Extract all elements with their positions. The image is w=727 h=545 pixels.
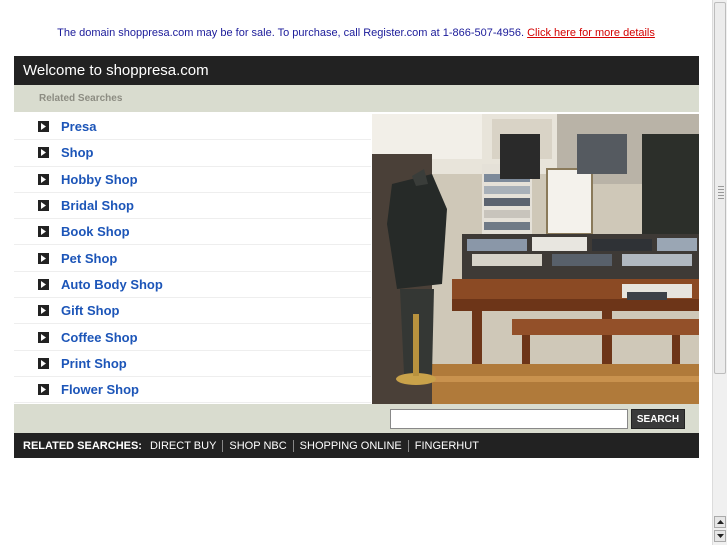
arrow-right-icon [38,226,49,238]
vertical-scrollbar[interactable] [712,0,727,545]
search-row: SEARCH [14,404,699,433]
footer-link-shopping-online[interactable]: SHOPPING ONLINE [292,439,408,452]
list-item[interactable]: Presa [14,114,371,141]
list-item-label: Auto Body Shop [61,276,163,292]
search-button[interactable]: SEARCH [631,409,685,429]
list-item[interactable]: Flower Shop [14,376,371,404]
list-item-label: Presa [61,119,97,135]
arrow-right-icon [38,384,49,396]
arrow-right-icon [38,147,49,159]
list-item[interactable]: Hobby Shop [14,166,371,193]
welcome-header: Welcome to shoppresa.com [14,56,699,85]
list-item[interactable]: Gift Shop [14,298,371,325]
grip-icon [718,186,724,200]
list-item-label: Hobby Shop [61,171,138,187]
scroll-up-button[interactable] [714,516,726,528]
related-link-list: Presa Shop Hobby Shop Bridal Shop Book S… [14,114,371,404]
store-interior-illustration [372,114,699,404]
list-item-label: Flower Shop [61,382,139,398]
details-link[interactable]: Click here for more details [527,27,655,39]
related-heading-label: Related Searches [39,93,123,104]
page-title: Welcome to shoppresa.com [23,62,209,79]
scroll-thumb[interactable] [714,2,726,374]
scroll-down-button[interactable] [714,530,726,542]
arrow-right-icon [38,357,49,369]
list-item-label: Shop [61,145,94,161]
related-searches-heading: Related Searches [14,85,699,113]
list-item[interactable]: Shop [14,140,371,167]
arrow-right-icon [38,252,49,264]
arrow-right-icon [38,173,49,185]
arrow-right-icon [38,278,49,290]
footer-link-direct-buy[interactable]: DIRECT BUY [148,440,222,452]
arrow-right-icon [38,305,49,317]
store-photo [372,114,699,404]
chevron-down-icon [716,534,724,538]
list-item-label: Coffee Shop [61,329,138,345]
sale-banner: The domain shoppresa.com may be for sale… [0,27,712,39]
footer-link-fingerhut[interactable]: FINGERHUT [407,439,485,452]
footer-label: RELATED SEARCHES: [23,439,142,452]
arrow-right-icon [38,121,49,133]
list-item[interactable]: Bridal Shop [14,192,371,220]
list-item-label: Pet Shop [61,250,118,266]
list-item[interactable]: Auto Body Shop [14,271,371,299]
sale-text: The domain shoppresa.com may be for sale… [57,27,525,39]
list-item[interactable]: Coffee Shop [14,324,371,351]
list-item[interactable]: Pet Shop [14,245,371,272]
chevron-up-icon [716,520,724,524]
list-item-label: Book Shop [61,224,130,240]
arrow-right-icon [38,331,49,343]
list-item-label: Bridal Shop [61,198,134,214]
list-item-label: Gift Shop [61,303,120,319]
arrow-right-icon [38,200,49,212]
list-item-label: Print Shop [61,355,127,371]
search-input[interactable] [390,409,628,429]
list-item[interactable]: Print Shop [14,350,371,377]
related-searches-footer: RELATED SEARCHES: DIRECT BUY SHOP NBC SH… [14,433,699,458]
footer-link-shop-nbc[interactable]: SHOP NBC [222,439,292,452]
list-item[interactable]: Book Shop [14,219,371,246]
